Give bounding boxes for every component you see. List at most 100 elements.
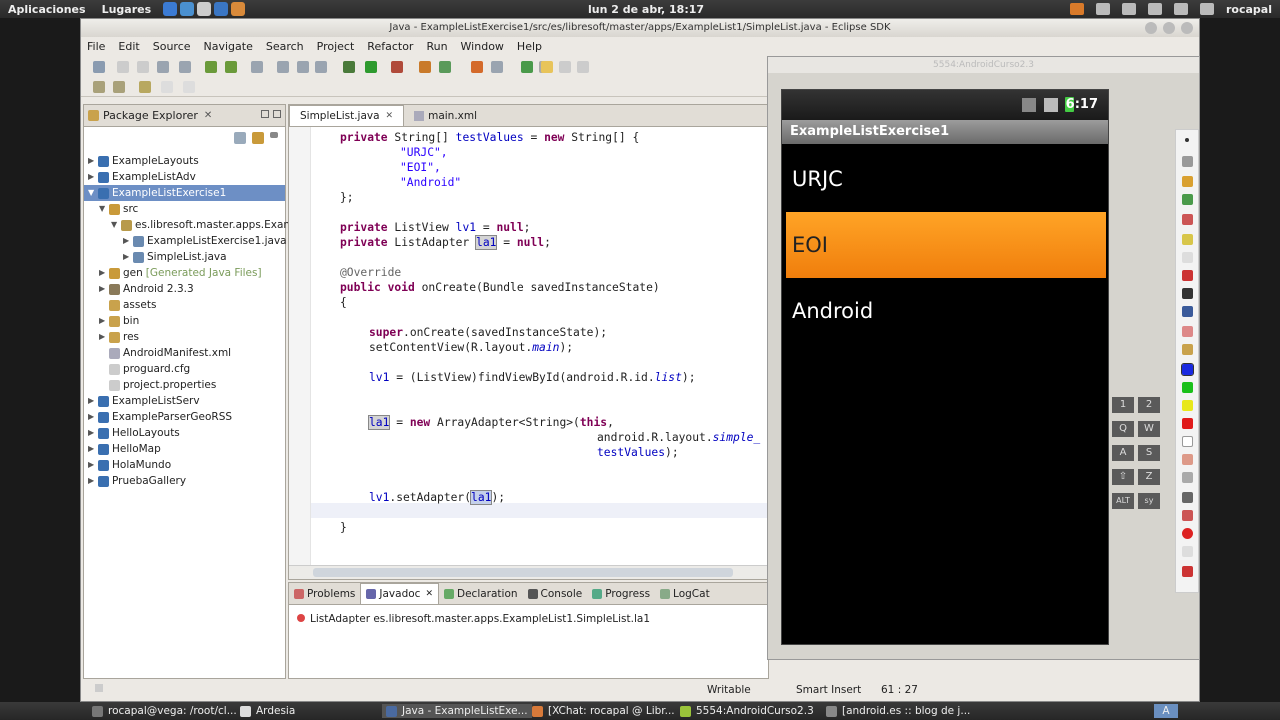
- tree-node[interactable]: ▶ ExampleParserGeoRSS: [88, 409, 232, 425]
- tree-node[interactable]: project.properties: [109, 377, 216, 393]
- maximize-view-icon[interactable]: [273, 110, 281, 118]
- network-icon[interactable]: [1070, 3, 1084, 15]
- bluetooth-icon[interactable]: [1148, 3, 1162, 15]
- record-icon[interactable]: [1182, 528, 1193, 539]
- block-select-icon[interactable]: [577, 61, 589, 73]
- link-editor-icon[interactable]: [252, 132, 264, 144]
- expand-arrow-icon[interactable]: ▶: [99, 281, 109, 297]
- browser-icon[interactable]: [163, 2, 178, 16]
- run-icon[interactable]: [365, 61, 377, 73]
- expand-arrow-icon[interactable]: ▶: [88, 441, 98, 457]
- keyboard-layout-icon[interactable]: A: [1154, 704, 1178, 718]
- tab-javadoc[interactable]: Javadoc ✕: [360, 583, 439, 604]
- prev-annotation-icon[interactable]: [113, 81, 125, 93]
- tree-node[interactable]: ▶ ExampleLayouts: [88, 153, 199, 169]
- tree-node[interactable]: ▶ ExampleListServ: [88, 393, 200, 409]
- phone-screen[interactable]: 6:17 ExampleListExercise1 URJC EOI Andro…: [781, 89, 1109, 645]
- debug-icon[interactable]: [343, 61, 355, 73]
- expand-arrow-icon[interactable]: ▶: [88, 393, 98, 409]
- menu-navigate[interactable]: Navigate: [204, 40, 253, 53]
- expand-arrow-icon[interactable]: ▶: [123, 249, 133, 265]
- color-green-icon[interactable]: [1182, 382, 1193, 393]
- horizontal-scrollbar[interactable]: [289, 565, 768, 579]
- collapse-all-icon[interactable]: [234, 132, 246, 144]
- key-sym[interactable]: sy: [1138, 493, 1160, 509]
- home-icon[interactable]: [197, 2, 212, 16]
- key-w[interactable]: W: [1138, 421, 1160, 437]
- close-icon[interactable]: ✕: [386, 111, 394, 121]
- redo-icon[interactable]: [1182, 194, 1193, 205]
- maximize-icon[interactable]: [1163, 22, 1175, 34]
- brush-icon[interactable]: [1182, 306, 1193, 317]
- menu-help[interactable]: Help: [517, 40, 542, 53]
- editor-gutter[interactable]: [289, 127, 311, 565]
- pencil-icon[interactable]: [1182, 344, 1193, 355]
- tree-node[interactable]: ▶ res: [99, 329, 139, 345]
- scissors-icon[interactable]: [1182, 510, 1193, 521]
- close-icon[interactable]: [1181, 22, 1193, 34]
- save-icon[interactable]: [117, 61, 129, 73]
- color-blue-icon[interactable]: [1181, 363, 1194, 376]
- next-annotation-icon[interactable]: [93, 81, 105, 93]
- tree-node[interactable]: ▼ src: [99, 201, 138, 217]
- task-ardesia[interactable]: Ardesia: [240, 704, 295, 718]
- tree-node[interactable]: ▼ es.libresoft.master.apps.Exam: [111, 217, 294, 233]
- tree-node[interactable]: ▶ ExampleListExercise1.java: [123, 233, 287, 249]
- collapse-arrow-icon[interactable]: ▼: [111, 217, 121, 233]
- refresh-icon[interactable]: [315, 61, 327, 73]
- tree-node[interactable]: ▶ gen [Generated Java Files]: [99, 265, 262, 281]
- expand-arrow-icon[interactable]: ▶: [88, 473, 98, 489]
- places-menu[interactable]: Lugares: [94, 3, 160, 16]
- tab-problems[interactable]: Problems: [289, 583, 360, 604]
- search-icon[interactable]: [491, 61, 503, 73]
- tree-node[interactable]: ▶ SimpleList.java: [123, 249, 227, 265]
- android-sdk-icon[interactable]: [205, 61, 217, 73]
- tree-node[interactable]: ▶ PruebaGallery: [88, 473, 186, 489]
- key-z[interactable]: Z: [1138, 469, 1160, 485]
- expand-arrow-icon[interactable]: ▶: [99, 265, 109, 281]
- applications-menu[interactable]: Aplicaciones: [0, 3, 94, 16]
- user-name[interactable]: rocapal: [1226, 3, 1272, 16]
- key-1[interactable]: 1: [1112, 397, 1134, 413]
- toggle-icon[interactable]: [1182, 472, 1193, 483]
- view-menu-icon[interactable]: [270, 132, 278, 138]
- tab-progress[interactable]: Progress: [587, 583, 655, 604]
- emulator-titlebar[interactable]: 5554:AndroidCurso2.3: [768, 57, 1199, 73]
- scrollbar-thumb[interactable]: [313, 568, 733, 577]
- minimize-view-icon[interactable]: [261, 110, 269, 118]
- publish-icon[interactable]: [179, 61, 191, 73]
- keyboard-icon[interactable]: [1096, 3, 1110, 15]
- new-icon[interactable]: [93, 61, 105, 73]
- pen-icon[interactable]: [1182, 270, 1193, 281]
- avd-manager-icon[interactable]: [225, 61, 237, 73]
- lint-icon[interactable]: [251, 61, 263, 73]
- rubber-icon[interactable]: [1182, 326, 1193, 337]
- package-explorer-tab[interactable]: Package Explorer ✕: [84, 105, 285, 127]
- key-s[interactable]: S: [1138, 445, 1160, 461]
- undo-icon[interactable]: [1182, 176, 1193, 187]
- list-item[interactable]: URJC: [786, 146, 1106, 212]
- forward-icon[interactable]: [161, 81, 173, 93]
- collapse-arrow-icon[interactable]: ▼: [99, 201, 109, 217]
- expand-arrow-icon[interactable]: ▶: [99, 313, 109, 329]
- highlight-icon[interactable]: [541, 61, 553, 73]
- external-tools-icon[interactable]: [391, 61, 403, 73]
- save-all-icon[interactable]: [137, 61, 149, 73]
- new-package-icon[interactable]: [439, 61, 451, 73]
- minimize-icon[interactable]: [1145, 22, 1157, 34]
- tab-simplelist-java[interactable]: SimpleList.java ✕: [289, 105, 405, 126]
- hand-icon[interactable]: [1182, 156, 1193, 167]
- key-alt[interactable]: ALT: [1112, 493, 1134, 509]
- task-xchat[interactable]: [XChat: rocapal @ Libr...: [532, 704, 675, 718]
- expand-arrow-icon[interactable]: ▶: [99, 329, 109, 345]
- menu-window[interactable]: Window: [461, 40, 504, 53]
- menu-refactor[interactable]: Refactor: [367, 40, 413, 53]
- new-class-icon[interactable]: [471, 61, 483, 73]
- dot-icon[interactable]: [1185, 138, 1189, 142]
- arrow-icon[interactable]: [1182, 252, 1193, 263]
- menu-source[interactable]: Source: [153, 40, 191, 53]
- tab-console[interactable]: Console: [523, 583, 588, 604]
- tab-declaration[interactable]: Declaration: [439, 583, 523, 604]
- battery-icon[interactable]: [1174, 3, 1188, 15]
- tree-node[interactable]: AndroidManifest.xml: [109, 345, 231, 361]
